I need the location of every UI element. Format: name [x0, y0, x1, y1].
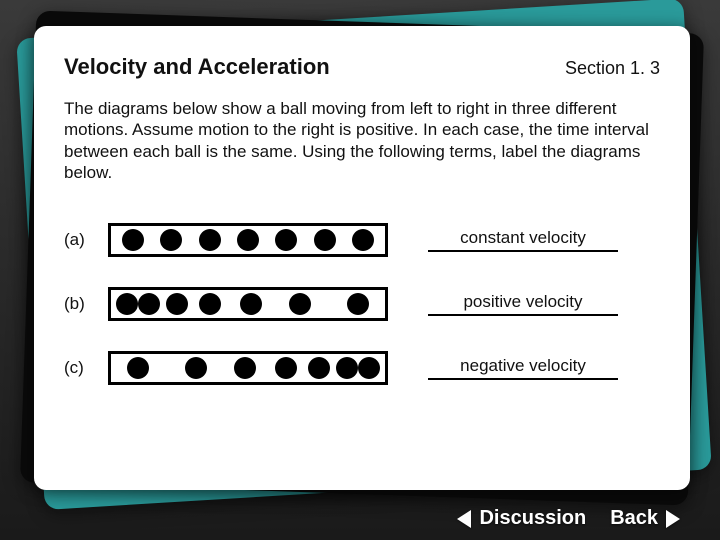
ball-icon — [358, 357, 380, 379]
diagram-row-b: (b) positive velocity — [64, 287, 660, 321]
ball-icon — [240, 293, 262, 315]
row-label-c: (c) — [64, 358, 108, 378]
section-label: Section 1. 3 — [565, 58, 660, 79]
back-label: Back — [610, 507, 658, 530]
discussion-button[interactable]: Discussion — [457, 507, 586, 530]
ball-icon — [275, 229, 297, 251]
ball-icon — [199, 293, 221, 315]
answer-slot-a: constant velocity — [428, 228, 660, 252]
triangle-left-icon — [457, 510, 471, 528]
ball-icon — [234, 357, 256, 379]
diagram-row-a: (a) constant velocity — [64, 223, 660, 257]
ball-icon — [160, 229, 182, 251]
slide-title: Velocity and Acceleration — [64, 54, 330, 80]
diagram-c — [108, 351, 388, 385]
ball-icon — [122, 229, 144, 251]
body-text: The diagrams below show a ball moving fr… — [64, 98, 660, 183]
back-button[interactable]: Back — [610, 507, 680, 530]
ball-icon — [289, 293, 311, 315]
ball-icon — [185, 357, 207, 379]
diagram-a — [108, 223, 388, 257]
answer-a: constant velocity — [428, 228, 618, 252]
ball-icon — [166, 293, 188, 315]
answer-b: positive velocity — [428, 292, 618, 316]
diagram-row-c: (c) negative velocity — [64, 351, 660, 385]
answer-slot-b: positive velocity — [428, 292, 660, 316]
ball-icon — [237, 229, 259, 251]
ball-icon — [308, 357, 330, 379]
ball-icon — [347, 293, 369, 315]
ball-icon — [336, 357, 358, 379]
row-label-b: (b) — [64, 294, 108, 314]
slide-card: Velocity and Acceleration Section 1. 3 T… — [34, 26, 690, 490]
ball-icon — [352, 229, 374, 251]
ball-icon — [275, 357, 297, 379]
ball-icon — [116, 293, 138, 315]
row-label-a: (a) — [64, 230, 108, 250]
ball-icon — [127, 357, 149, 379]
answer-c: negative velocity — [428, 356, 618, 380]
answer-slot-c: negative velocity — [428, 356, 660, 380]
bottom-nav: Discussion Back — [0, 507, 720, 530]
ball-icon — [138, 293, 160, 315]
slide-header: Velocity and Acceleration Section 1. 3 — [64, 54, 660, 80]
triangle-right-icon — [666, 510, 680, 528]
ball-icon — [199, 229, 221, 251]
discussion-label: Discussion — [479, 507, 586, 530]
diagram-b — [108, 287, 388, 321]
ball-icon — [314, 229, 336, 251]
